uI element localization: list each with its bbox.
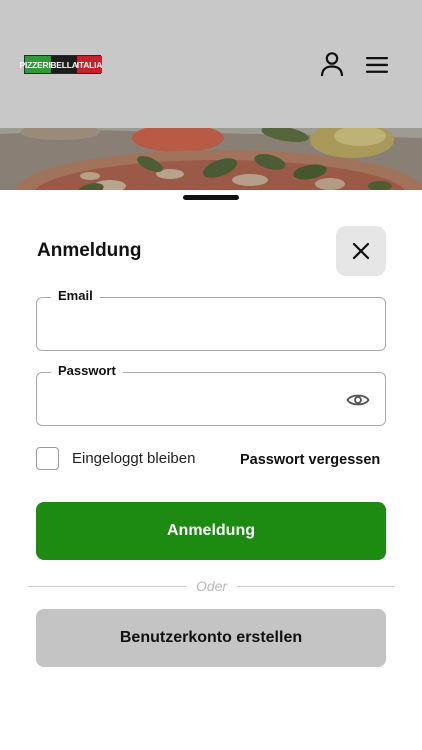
close-icon xyxy=(352,242,370,260)
divider-line-left xyxy=(28,586,186,587)
email-label: Email xyxy=(51,288,100,303)
email-field[interactable]: Email xyxy=(36,288,386,351)
remember-me-label[interactable]: Eingeloggt bleiben xyxy=(72,450,195,467)
remember-me-row[interactable]: Eingeloggt bleiben xyxy=(36,447,195,470)
sheet-grabber[interactable] xyxy=(183,195,239,200)
page-backdrop: PIZZERIA BELLA ITALIA xyxy=(0,0,422,200)
password-field[interactable]: Passwort xyxy=(36,363,386,426)
login-title: Anmeldung xyxy=(37,240,142,261)
login-submit-button[interactable]: Anmeldung xyxy=(36,502,386,560)
close-button[interactable] xyxy=(336,226,386,276)
menu-button[interactable] xyxy=(364,52,390,78)
toggle-password-visibility-button[interactable] xyxy=(345,390,371,410)
user-icon xyxy=(320,52,344,77)
divider-or-text: Oder xyxy=(195,578,228,594)
logo-part-bella: BELLA xyxy=(50,56,78,73)
account-button[interactable] xyxy=(318,50,346,78)
logo-part-pizzeria: PIZZERIA xyxy=(19,56,57,73)
hamburger-menu-icon xyxy=(366,57,388,73)
logo-part-italia: ITALIA xyxy=(77,56,102,73)
password-input[interactable] xyxy=(51,389,331,415)
create-account-button[interactable]: Benutzerkonto erstellen xyxy=(36,609,386,667)
login-sheet: Anmeldung Email Passwort Eingeloggt blei… xyxy=(0,190,422,750)
divider-line-right xyxy=(237,586,395,587)
forgot-password-link[interactable]: Passwort vergessen xyxy=(240,452,380,468)
brand-logo[interactable]: PIZZERIA BELLA ITALIA xyxy=(19,55,102,74)
eye-icon xyxy=(346,394,370,406)
remember-me-checkbox[interactable] xyxy=(36,447,59,470)
email-input[interactable] xyxy=(51,314,331,340)
password-label: Passwort xyxy=(51,363,123,378)
site-header: PIZZERIA BELLA ITALIA xyxy=(0,0,422,128)
